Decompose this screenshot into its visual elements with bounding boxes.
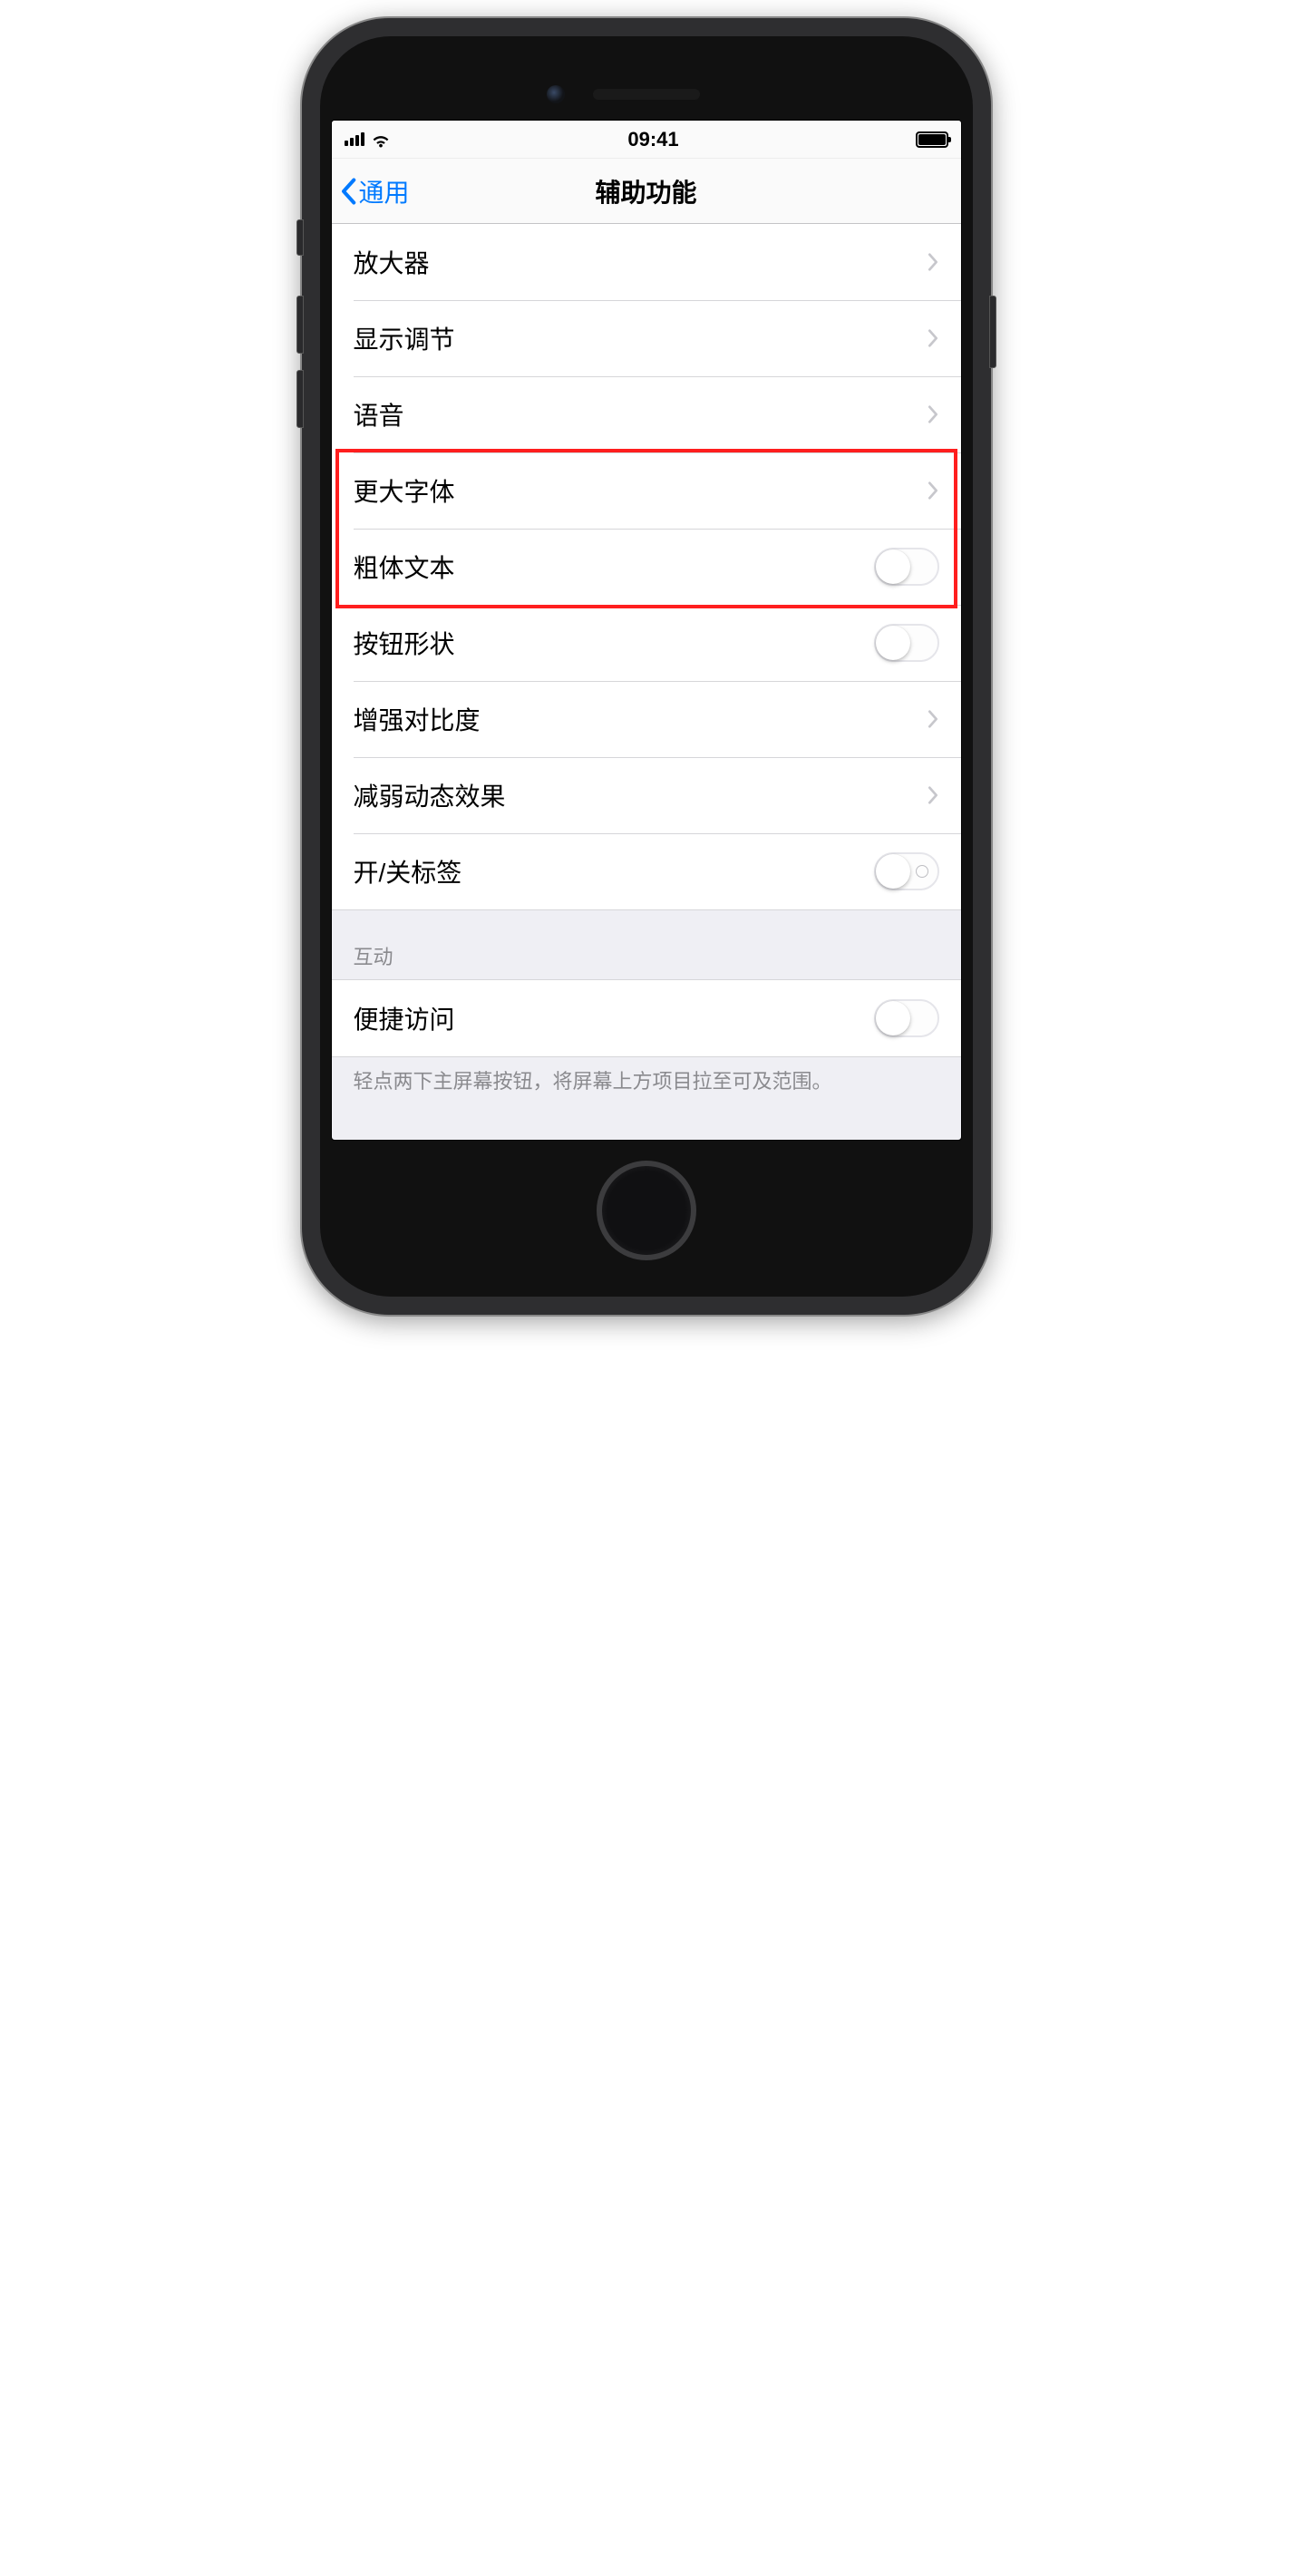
chevron-right-icon [927, 252, 939, 272]
row-label: 放大器 [354, 244, 927, 280]
power-button [989, 296, 996, 368]
row-label: 粗体文本 [354, 549, 874, 585]
row-reduce-motion[interactable]: 减弱动态效果 [332, 757, 961, 833]
row-reachability[interactable]: 便捷访问 [332, 980, 961, 1056]
back-button[interactable]: 通用 [339, 159, 410, 223]
mute-switch [296, 219, 304, 256]
row-label: 减弱动态效果 [354, 777, 927, 813]
row-label: 按钮形状 [354, 625, 874, 661]
row-label: 增强对比度 [354, 701, 927, 737]
battery-icon [916, 131, 948, 148]
settings-list: 放大器 显示调节 语音 [332, 224, 961, 1114]
row-display-accommodations[interactable]: 显示调节 [332, 300, 961, 376]
wifi-icon [370, 131, 392, 148]
row-button-shapes[interactable]: 按钮形状 [332, 605, 961, 681]
back-label: 通用 [359, 173, 410, 209]
status-right [916, 131, 948, 148]
settings-group-interaction: 便捷访问 [332, 979, 961, 1057]
row-label: 开/关标签 [354, 853, 874, 889]
volume-down-button [296, 370, 304, 428]
chevron-left-icon [339, 178, 357, 205]
volume-up-button [296, 296, 304, 354]
navigation-bar: 通用 辅助功能 [332, 159, 961, 224]
status-bar: 09:41 [332, 121, 961, 159]
phone-bezel: 09:41 通用 辅助功能 放大器 [320, 36, 973, 1297]
on-off-labels-toggle[interactable] [874, 852, 939, 890]
row-label: 显示调节 [354, 320, 927, 356]
bold-text-toggle[interactable] [874, 548, 939, 586]
row-bold-text[interactable]: 粗体文本 [332, 529, 961, 605]
home-button[interactable] [597, 1161, 696, 1260]
chevron-right-icon [927, 709, 939, 729]
row-label: 便捷访问 [354, 1000, 874, 1036]
settings-group-vision: 放大器 显示调节 语音 [332, 224, 961, 910]
section-header-interaction: 互动 [332, 910, 961, 979]
earpiece-speaker [593, 89, 700, 100]
row-magnifier[interactable]: 放大器 [332, 224, 961, 300]
front-camera [547, 85, 565, 103]
phone-frame: 09:41 通用 辅助功能 放大器 [302, 18, 991, 1315]
row-increase-contrast[interactable]: 增强对比度 [332, 681, 961, 757]
row-label: 语音 [354, 396, 927, 433]
status-time: 09:41 [627, 128, 678, 151]
row-larger-text[interactable]: 更大字体 [332, 452, 961, 529]
status-left [345, 131, 392, 148]
cellular-signal-icon [345, 132, 364, 146]
chevron-right-icon [927, 481, 939, 501]
row-on-off-labels[interactable]: 开/关标签 [332, 833, 961, 909]
reachability-toggle[interactable] [874, 999, 939, 1037]
chevron-right-icon [927, 785, 939, 805]
button-shapes-toggle[interactable] [874, 624, 939, 662]
screen: 09:41 通用 辅助功能 放大器 [331, 120, 962, 1141]
section-footer-reachability: 轻点两下主屏幕按钮，将屏幕上方项目拉至可及范围。 [332, 1057, 961, 1114]
row-label: 更大字体 [354, 472, 927, 509]
chevron-right-icon [927, 328, 939, 348]
chevron-right-icon [927, 404, 939, 424]
page-title: 辅助功能 [595, 173, 696, 209]
row-speech[interactable]: 语音 [332, 376, 961, 452]
